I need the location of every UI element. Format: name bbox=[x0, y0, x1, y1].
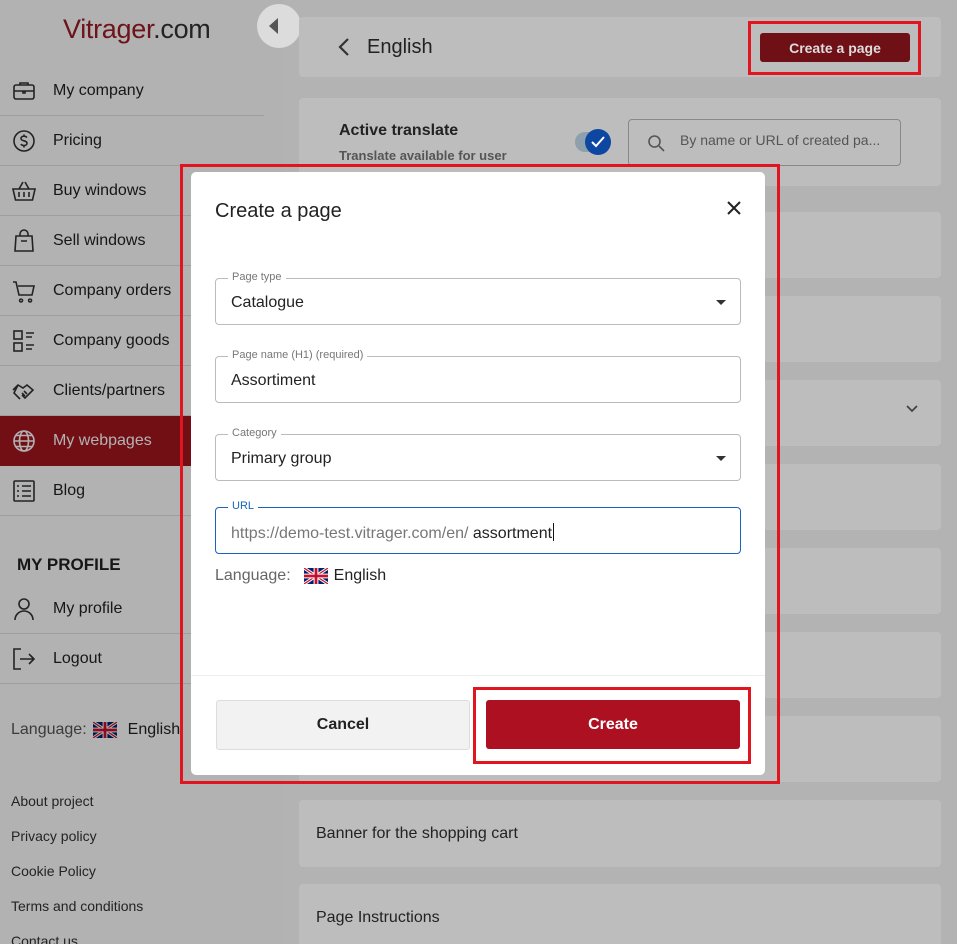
page-name-value[interactable]: Assortiment bbox=[231, 372, 315, 390]
page-type-select[interactable]: Page type Catalogue bbox=[215, 271, 741, 325]
url-field[interactable]: URL https://demo-test.vitrager.com/en/ a… bbox=[215, 500, 741, 554]
dropdown-arrow-icon bbox=[716, 456, 726, 461]
chevron-down-icon[interactable] bbox=[905, 404, 919, 414]
back-arrow-icon[interactable] bbox=[337, 37, 351, 57]
dropdown-arrow-icon bbox=[716, 300, 726, 305]
close-icon[interactable] bbox=[727, 201, 741, 215]
translate-title: Active translate bbox=[339, 122, 459, 139]
modal-language-value: English bbox=[333, 567, 387, 584]
cancel-button[interactable]: Cancel bbox=[216, 700, 470, 750]
page-search-input[interactable] bbox=[680, 132, 890, 148]
search-icon bbox=[648, 135, 665, 152]
row-label: Banner for the shopping cart bbox=[316, 825, 518, 842]
modal-language-label: Language: bbox=[215, 567, 291, 584]
list-item-banner[interactable]: Banner for the shopping cart bbox=[299, 800, 941, 867]
highlight-create-button bbox=[473, 687, 751, 764]
list-item-instructions[interactable]: Page Instructions bbox=[299, 884, 941, 944]
url-slug[interactable]: assortment bbox=[473, 525, 552, 542]
modal-language: Language: English bbox=[215, 567, 386, 585]
category-value: Primary group bbox=[231, 450, 332, 467]
modal-divider bbox=[191, 675, 765, 676]
modal-title: Create a page bbox=[215, 200, 342, 222]
page-name-label: Page name (H1) (required) bbox=[228, 349, 368, 361]
page-type-label: Page type bbox=[228, 271, 286, 283]
page-name-field[interactable]: Page name (H1) (required) Assortiment bbox=[215, 349, 741, 403]
url-prefix: https://demo-test.vitrager.com/en/ bbox=[231, 525, 469, 542]
page-search-field[interactable] bbox=[628, 119, 901, 166]
category-select[interactable]: Category Primary group bbox=[215, 427, 741, 481]
create-page-modal: Create a page Page type Catalogue Page n… bbox=[191, 172, 765, 775]
translate-subtitle: Translate available for user bbox=[339, 148, 507, 163]
uk-flag-icon bbox=[303, 568, 328, 584]
checkmark-icon bbox=[591, 136, 605, 148]
sidebar-collapse-button[interactable] bbox=[257, 4, 301, 48]
url-label: URL bbox=[228, 500, 259, 512]
page-title: English bbox=[367, 36, 433, 58]
row-label: Page Instructions bbox=[316, 909, 440, 926]
category-label: Category bbox=[228, 427, 281, 439]
text-cursor bbox=[553, 523, 555, 541]
highlight-create-page bbox=[748, 21, 921, 75]
page-type-value: Catalogue bbox=[231, 294, 304, 311]
url-value-wrapper[interactable]: https://demo-test.vitrager.com/en/ assor… bbox=[231, 523, 555, 543]
translate-toggle[interactable] bbox=[585, 129, 611, 155]
